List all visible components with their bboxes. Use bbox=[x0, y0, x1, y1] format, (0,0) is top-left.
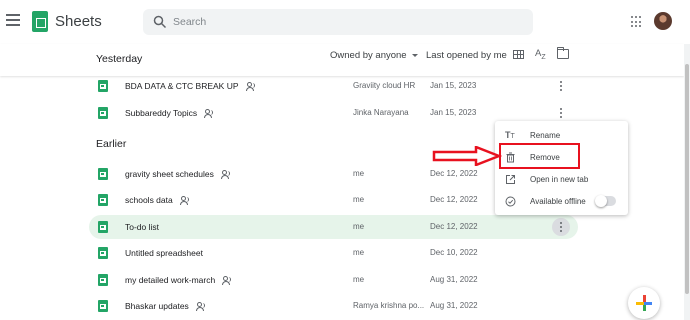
file-row[interactable]: my detailed work-march me Aug 31, 2022 bbox=[89, 268, 578, 292]
menu-item-open-new-tab[interactable]: Open in new tab bbox=[495, 168, 628, 190]
grid-view-icon[interactable] bbox=[513, 50, 524, 59]
sort-az-icon[interactable]: AZ bbox=[535, 48, 546, 61]
rename-icon: TT bbox=[505, 130, 515, 140]
section-title-yesterday: Yesterday bbox=[96, 53, 143, 65]
file-row[interactable]: Bhaskar updates Ramya krishna po... Aug … bbox=[89, 294, 578, 318]
file-name: Bhaskar updates bbox=[125, 301, 189, 311]
annotation-arrow bbox=[432, 146, 502, 166]
main-menu-icon[interactable] bbox=[6, 14, 20, 28]
search-icon[interactable] bbox=[153, 15, 167, 29]
file-last-opened: Dec 12, 2022 bbox=[430, 222, 478, 231]
file-last-opened: Jan 15, 2023 bbox=[430, 108, 477, 117]
sheets-home: Sheets Yesterday Owned by anyone Last op… bbox=[0, 0, 690, 320]
search-box[interactable] bbox=[143, 9, 533, 35]
chevron-down-icon bbox=[411, 53, 418, 57]
file-owner: me bbox=[353, 275, 365, 284]
new-spreadsheet-button[interactable] bbox=[628, 287, 660, 319]
offline-toggle[interactable] bbox=[595, 195, 616, 207]
file-owner: Ramya krishna po... bbox=[353, 301, 425, 310]
sheet-file-icon bbox=[98, 221, 108, 233]
offline-icon bbox=[505, 196, 516, 207]
google-apps-icon[interactable] bbox=[631, 16, 643, 28]
menu-item-label: Open in new tab bbox=[530, 175, 589, 184]
file-name: Subbareddy Topics bbox=[125, 108, 198, 118]
file-last-opened: Dec 12, 2022 bbox=[430, 169, 478, 178]
file-row-selected[interactable]: To-do list me Dec 12, 2022 bbox=[89, 215, 578, 239]
sheet-file-icon bbox=[98, 80, 108, 92]
more-options-icon[interactable] bbox=[552, 104, 570, 122]
shared-people-icon bbox=[204, 109, 214, 118]
sheet-file-icon bbox=[98, 107, 108, 119]
sheet-file-icon bbox=[98, 247, 108, 259]
sheets-logo-icon[interactable] bbox=[32, 11, 48, 32]
app-title[interactable]: Sheets bbox=[55, 13, 102, 30]
file-row[interactable]: BDA DATA & CTC BREAK UP Graviity cloud H… bbox=[89, 74, 578, 98]
file-last-opened: Dec 12, 2022 bbox=[430, 195, 478, 204]
more-options-icon[interactable] bbox=[552, 77, 570, 95]
file-owner: me bbox=[353, 248, 365, 257]
folder-picker-icon[interactable] bbox=[557, 47, 569, 59]
open-in-new-icon bbox=[506, 175, 515, 184]
file-last-opened: Jan 15, 2023 bbox=[430, 81, 477, 90]
sort-by-button[interactable]: Last opened by me bbox=[426, 50, 507, 61]
owner-filter-dropdown[interactable]: Owned by anyone bbox=[330, 50, 418, 61]
shared-people-icon bbox=[245, 82, 256, 91]
file-last-opened: Aug 31, 2022 bbox=[430, 301, 478, 310]
file-name: To-do list bbox=[125, 222, 160, 232]
file-last-opened: Aug 31, 2022 bbox=[430, 275, 478, 284]
more-options-icon[interactable] bbox=[552, 218, 570, 236]
sheet-file-icon bbox=[98, 194, 108, 206]
section-title-earlier: Earlier bbox=[96, 138, 127, 150]
file-last-opened: Dec 10, 2022 bbox=[430, 248, 478, 257]
shared-people-icon bbox=[222, 276, 232, 285]
sheet-file-icon bbox=[98, 300, 108, 312]
search-input[interactable] bbox=[173, 9, 523, 35]
file-name: gravity sheet schedules bbox=[125, 169, 214, 179]
annotation-highlight-box bbox=[499, 143, 580, 169]
sheet-file-icon bbox=[98, 168, 108, 180]
file-owner: me bbox=[353, 195, 365, 204]
file-name: BDA DATA & CTC BREAK UP bbox=[125, 81, 239, 91]
file-owner: Jinka Narayana bbox=[353, 108, 409, 117]
top-bar: Sheets bbox=[0, 0, 690, 44]
menu-item-available-offline[interactable]: Available offline bbox=[495, 190, 628, 212]
account-avatar[interactable] bbox=[654, 12, 672, 30]
file-name: schools data bbox=[125, 195, 173, 205]
shared-people-icon bbox=[195, 302, 206, 311]
scrollbar-thumb[interactable] bbox=[685, 64, 689, 294]
file-name: my detailed work-march bbox=[125, 275, 216, 285]
owner-filter-label: Owned by anyone bbox=[330, 50, 407, 61]
vertical-scrollbar[interactable] bbox=[684, 44, 690, 320]
shared-people-icon bbox=[179, 196, 190, 205]
sheet-file-icon bbox=[98, 274, 108, 286]
file-owner: me bbox=[353, 169, 365, 178]
file-row[interactable]: Untitled spreadsheet me Dec 10, 2022 bbox=[89, 241, 578, 265]
file-owner: me bbox=[353, 222, 365, 231]
file-name: Untitled spreadsheet bbox=[125, 248, 203, 258]
menu-item-label: Rename bbox=[530, 131, 561, 140]
shared-people-icon bbox=[220, 170, 231, 179]
file-owner: Graviity cloud HR bbox=[353, 81, 416, 90]
menu-item-label: Available offline bbox=[530, 197, 586, 206]
